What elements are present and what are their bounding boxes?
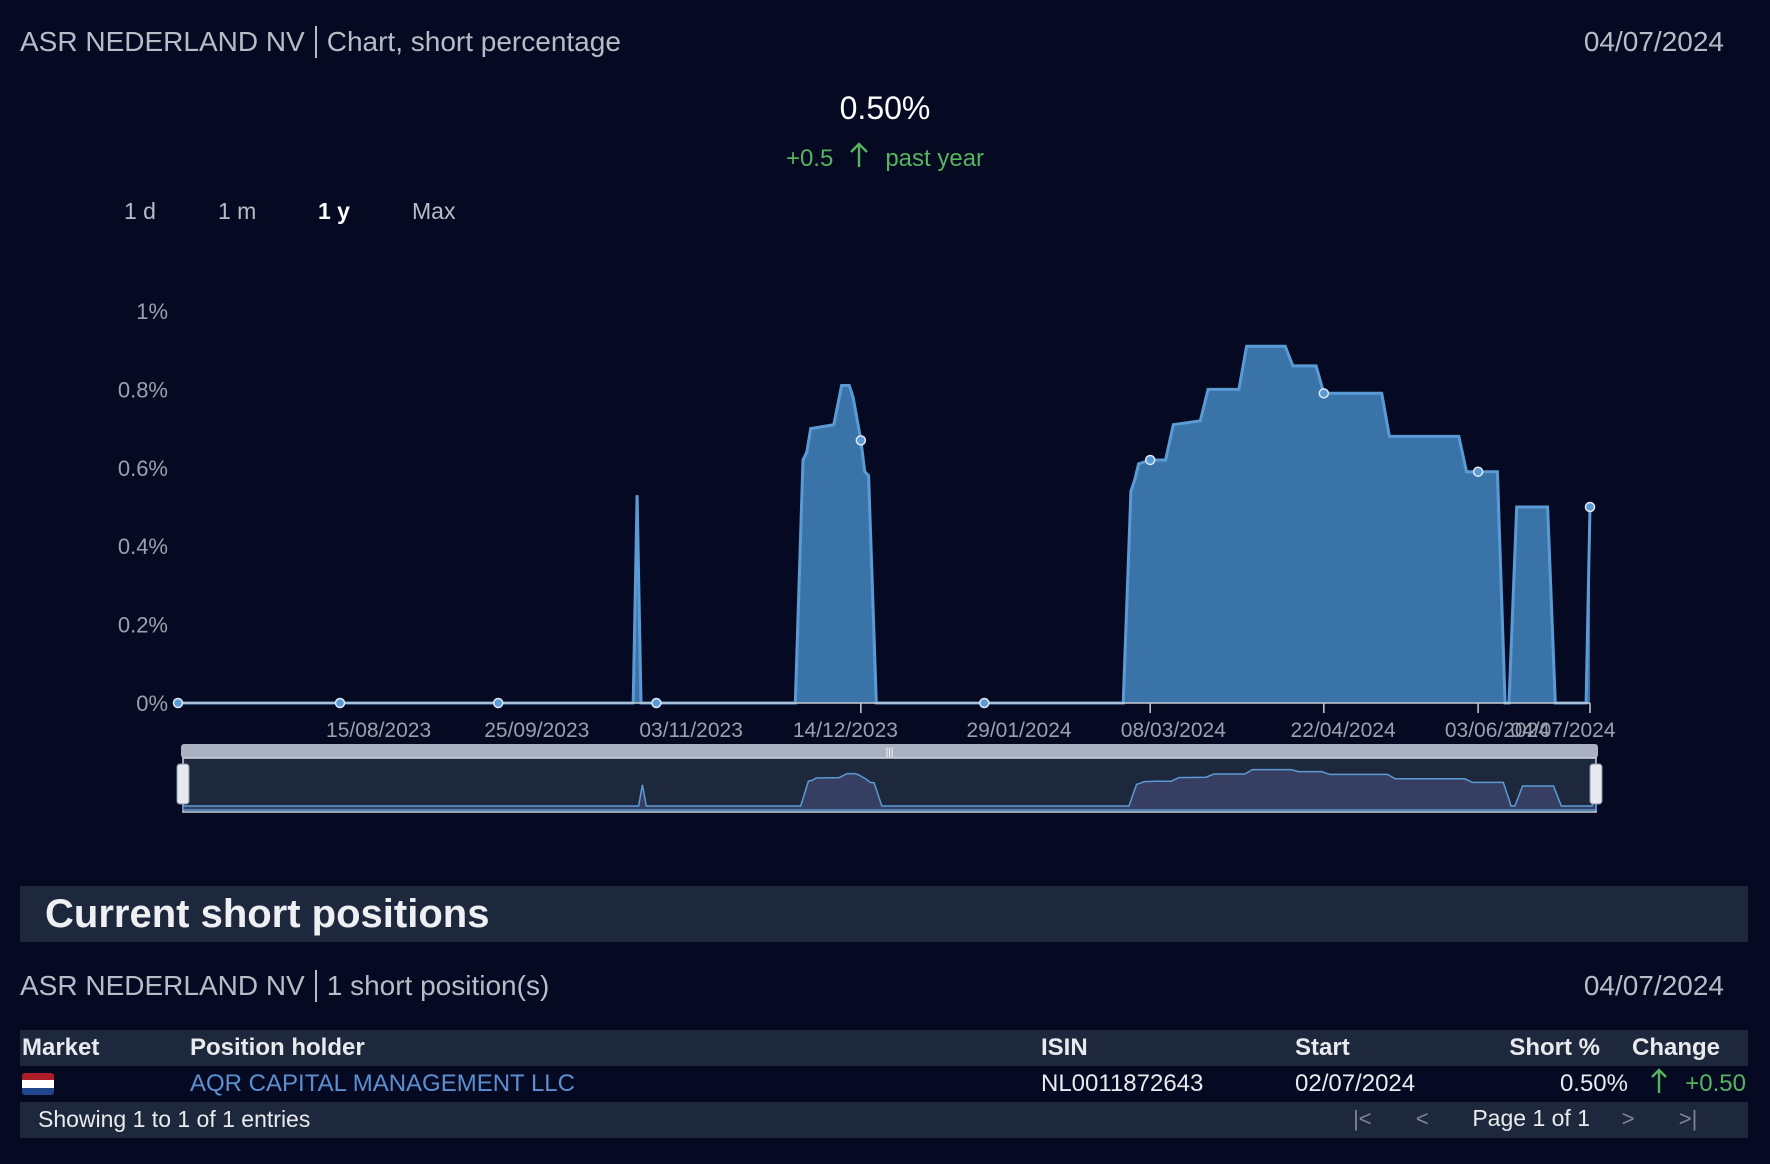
column-isin[interactable]: ISIN xyxy=(1041,1034,1088,1062)
data-point xyxy=(1472,466,1484,477)
series-area xyxy=(178,346,1590,703)
y-tick-label: 0.4% xyxy=(118,534,168,559)
chart-date: 04/07/2024 xyxy=(1583,26,1724,57)
chart-subtitle: Chart, short percentage xyxy=(326,26,621,57)
position-holder-link[interactable]: AQR CAPITAL MANAGEMENT LLC xyxy=(190,1070,575,1098)
data-point xyxy=(1318,388,1330,399)
x-tick-label: 03/11/2023 xyxy=(639,719,743,742)
chart-header: ASR NEDERLAND NV Chart, short percentage… xyxy=(20,22,1724,62)
data-point xyxy=(1144,454,1156,466)
next-page-icon[interactable]: > xyxy=(1608,1106,1648,1132)
prev-page-icon[interactable]: < xyxy=(1402,1106,1442,1132)
navigator-right-handle[interactable] xyxy=(1589,763,1603,805)
range-1y-button[interactable]: 1 y xyxy=(318,198,412,225)
positions-header-separator xyxy=(314,970,317,1002)
data-point xyxy=(855,435,867,446)
arrow-up-icon xyxy=(849,142,869,175)
positions-company-name: ASR NEDERLAND NV xyxy=(20,970,305,1001)
column-market[interactable]: Market xyxy=(22,1034,99,1062)
start-date: 02/07/2024 xyxy=(1295,1070,1416,1097)
data-point xyxy=(334,697,346,709)
x-tick-label: 25/09/2023 xyxy=(484,719,589,742)
last-page-icon[interactable]: >| xyxy=(1668,1106,1708,1132)
range-1d-button[interactable]: 1 d xyxy=(124,198,218,225)
table-footer: Showing 1 to 1 of 1 entries |< < Page 1 … xyxy=(20,1102,1748,1138)
first-page-icon[interactable]: |< xyxy=(1342,1106,1382,1132)
pagination: |< < Page 1 of 1 > >| xyxy=(1342,1105,1708,1132)
column-change[interactable]: Change xyxy=(1632,1034,1720,1062)
change-period: past year xyxy=(885,144,985,172)
y-tick-label: 1% xyxy=(136,299,168,324)
table-row: AQR CAPITAL MANAGEMENT LLC NL0011872643 … xyxy=(20,1066,1748,1102)
y-tick-label: 0.8% xyxy=(118,377,168,402)
positions-date: 04/07/2024 xyxy=(1583,970,1724,1001)
column-short-percent[interactable]: Short % xyxy=(1509,1034,1600,1062)
positions-count: 1 short position(s) xyxy=(326,970,550,1001)
x-tick-label: 15/08/2023 xyxy=(326,719,431,742)
range-1m-button[interactable]: 1 m xyxy=(218,198,318,225)
company-name: ASR NEDERLAND NV xyxy=(20,26,305,57)
navigator-grip-icon: ||| xyxy=(886,747,894,758)
short-percentage-chart: 0% 0.2% 0.4% 0.6% 0.8% 1% 15/08/2023 25/09/2023… xyxy=(118,299,1616,813)
change-value: +0.5 xyxy=(785,144,834,172)
section-title: Current short positions xyxy=(45,892,490,936)
x-tick-label: 22/04/2024 xyxy=(1291,719,1396,742)
x-tick-label: 04/07/2024 xyxy=(1510,719,1615,742)
netherlands-flag-icon xyxy=(22,1073,54,1095)
y-tick-label: 0.6% xyxy=(118,456,168,481)
page-indicator: Page 1 of 1 xyxy=(1472,1105,1590,1131)
isin-value: NL0011872643 xyxy=(1041,1070,1204,1097)
range-max-button[interactable]: Max xyxy=(412,198,472,225)
kpi-change: +0.5 past year xyxy=(0,142,1770,175)
change-arrow-up-icon xyxy=(1650,1068,1668,1101)
range-selector: 1 d 1 m 1 y Max xyxy=(124,198,472,225)
change-value-cell: +0.50 xyxy=(1685,1070,1746,1097)
y-tick-label: 0.2% xyxy=(118,613,168,638)
positions-header: ASR NEDERLAND NV 1 short position(s) 04/… xyxy=(20,966,1724,1006)
short-percent-value: 0.50% xyxy=(1559,1070,1628,1097)
data-point xyxy=(651,697,662,709)
entries-info: Showing 1 to 1 of 1 entries xyxy=(38,1106,311,1132)
column-start[interactable]: Start xyxy=(1295,1034,1350,1062)
navigator-left-handle[interactable] xyxy=(176,763,190,805)
x-tick-label: 14/12/2023 xyxy=(793,719,898,742)
data-point xyxy=(979,697,990,709)
section-header: Current short positions xyxy=(20,886,1748,942)
header-separator xyxy=(314,26,317,58)
x-tick-label: 08/03/2024 xyxy=(1121,719,1226,742)
data-point xyxy=(492,697,504,709)
data-point xyxy=(1584,501,1596,513)
y-tick-label: 0% xyxy=(136,691,168,716)
current-short-value: 0.50% xyxy=(839,90,931,126)
table-header: Market Position holder ISIN Start Short … xyxy=(20,1030,1748,1066)
x-tick-label: 29/01/2024 xyxy=(966,719,1071,742)
column-position-holder[interactable]: Position holder xyxy=(190,1034,365,1062)
data-point xyxy=(172,697,184,709)
